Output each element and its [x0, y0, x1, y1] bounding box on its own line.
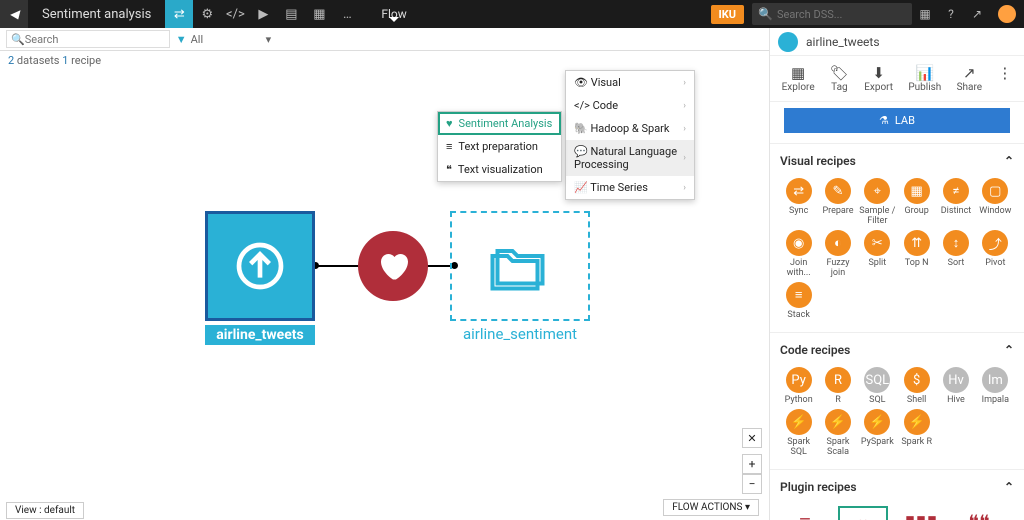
menu-timeseries[interactable]: 📈 Time Series›	[566, 176, 694, 199]
panel-header: airline_tweets	[770, 28, 1024, 56]
section-header[interactable]: Plugin recipes⌃	[780, 474, 1014, 500]
help-icon[interactable]: ?	[938, 0, 964, 28]
recipe-top-n[interactable]: ⇈Top N	[898, 230, 935, 278]
run-icon[interactable]: ▶	[249, 0, 277, 28]
gear-icon[interactable]: ⚙	[193, 0, 221, 28]
recipe-sort[interactable]: ↕Sort	[937, 230, 974, 278]
more-icon[interactable]: …	[333, 0, 361, 28]
zoom-in-button[interactable]: +	[742, 454, 762, 474]
recipe-impala[interactable]: ImImpala	[977, 367, 1014, 405]
top-bar: ◀ Sentiment analysis ⇄ ⚙ </> ▶ ▤ ▦ … Flo…	[0, 0, 1024, 28]
recipe-join-with-[interactable]: ◉Join with...	[780, 230, 817, 278]
recipe-stack[interactable]: ≡Stack	[780, 282, 817, 320]
submenu-sentiment[interactable]: ♥ Sentiment Analysis	[438, 112, 561, 135]
recipe-prepare[interactable]: ✎Prepare	[819, 178, 856, 226]
flow-actions-button[interactable]: FLOW ACTIONS ▾	[663, 499, 759, 516]
tag-button[interactable]: 🏷Tag	[830, 64, 849, 93]
chevron-up-icon: ⌃	[1004, 154, 1014, 168]
recipe-fuzzy-join[interactable]: ◐Fuzzy join	[819, 230, 856, 278]
code-icon[interactable]: </>	[221, 0, 249, 28]
recipe-pivot[interactable]: ⤴Pivot	[977, 230, 1014, 278]
flow-search-input[interactable]	[25, 33, 165, 46]
recipe-pyspark[interactable]: ⚡PySpark	[859, 409, 896, 457]
global-search-input[interactable]	[777, 8, 917, 21]
section-header[interactable]: Visual recipes⌃	[780, 148, 1014, 174]
recipe-hive[interactable]: HvHive	[937, 367, 974, 405]
section-visual-recipes: Visual recipes⌃ ⇄Sync✎Prepare⌖Sample / F…	[770, 143, 1024, 332]
dataset-output-label: airline_sentiment	[450, 325, 590, 343]
recipe-node[interactable]	[358, 231, 428, 301]
recipe-menu: 👁 Visual› </> Code› 🐘 Hadoop & Spark› 💬 …	[565, 70, 695, 200]
recipe-spark-sql[interactable]: ⚡Spark SQL	[780, 409, 817, 457]
recipe-distinct[interactable]: ≠Distinct	[937, 178, 974, 226]
flow-canvas[interactable]: airline_tweets airline_sentiment 👁 Visua…	[0, 51, 769, 520]
stack-icon[interactable]: ▤	[277, 0, 305, 28]
chevron-up-icon: ⌃	[1004, 480, 1014, 494]
menu-hadoop[interactable]: 🐘 Hadoop & Spark›	[566, 117, 694, 140]
crosshair-icon[interactable]: ✕	[742, 428, 762, 448]
zoom-controls: + −	[742, 454, 762, 494]
heart-icon	[375, 248, 411, 284]
menu-code[interactable]: </> Code›	[566, 94, 694, 117]
avatar[interactable]	[998, 5, 1016, 23]
zoom-out-button[interactable]: −	[742, 474, 762, 494]
chevron-down-icon[interactable]: ▾	[266, 33, 272, 46]
logo-icon[interactable]: ◀	[0, 0, 28, 28]
global-search[interactable]: 🔍	[752, 3, 912, 25]
panel-title: airline_tweets	[806, 35, 880, 49]
recipe-spark-scala[interactable]: ⚡Spark Scala	[819, 409, 856, 457]
panel-toolbar: ▦Explore 🏷Tag ⬇Export 📊Publish ↗Share ⋮	[770, 56, 1024, 102]
apps-icon[interactable]: ▦	[912, 0, 938, 28]
filter-all[interactable]: All	[191, 33, 266, 46]
dataset-input-label: airline_tweets	[205, 325, 315, 345]
recipe-sync[interactable]: ⇄Sync	[780, 178, 817, 226]
nlp-submenu: ♥ Sentiment Analysis ≡ Text preparation …	[437, 111, 562, 182]
more-button[interactable]: ⋮	[997, 64, 1012, 93]
recipe-window[interactable]: ▢Window	[977, 178, 1014, 226]
project-name[interactable]: Sentiment analysis	[28, 7, 165, 22]
section-header[interactable]: Code recipes⌃	[780, 337, 1014, 363]
flow-icon[interactable]: ⇄	[165, 0, 193, 28]
iku-badge[interactable]: IKU	[711, 5, 744, 24]
plugin-forecast[interactable]: ▮▮▮Forecast	[896, 506, 946, 520]
menu-nlp[interactable]: 💬 Natural Language Processing›	[566, 140, 694, 176]
section-plugin-recipes: Plugin recipes⌃ ≡Text preparation ♥Sentim…	[770, 469, 1024, 520]
chevron-up-icon: ⌃	[1004, 343, 1014, 357]
dataset-output[interactable]: airline_sentiment	[450, 211, 590, 343]
plugin-text-preparation[interactable]: ≡Text preparation	[780, 506, 830, 520]
flow-search[interactable]: 🔍	[6, 30, 170, 48]
filter-icon[interactable]: ▼	[176, 33, 187, 46]
activity-icon[interactable]: ↗	[964, 0, 990, 28]
dataset-input[interactable]: airline_tweets	[205, 211, 315, 345]
recipe-sql[interactable]: SQLSQL	[859, 367, 896, 405]
recipe-python[interactable]: PyPython	[780, 367, 817, 405]
recipe-r[interactable]: RR	[819, 367, 856, 405]
recipe-split[interactable]: ✂Split	[859, 230, 896, 278]
plugin-sentiment-analysis[interactable]: ♥Sentiment Analysis	[838, 506, 888, 520]
export-button[interactable]: ⬇Export	[864, 64, 893, 93]
plugin-text-visualization[interactable]: ❝❝Text visualization	[954, 506, 1004, 520]
recipe-sample-filter[interactable]: ⌖Sample / Filter	[859, 178, 896, 226]
share-button[interactable]: ↗Share	[957, 64, 982, 93]
dataset-icon	[778, 32, 798, 52]
submenu-textprep[interactable]: ≡ Text preparation	[438, 135, 561, 158]
view-selector[interactable]: View : default	[6, 502, 84, 519]
menu-visual[interactable]: 👁 Visual›	[566, 71, 694, 94]
explore-button[interactable]: ▦Explore	[782, 64, 815, 93]
recipe-shell[interactable]: $Shell	[898, 367, 935, 405]
publish-button[interactable]: 📊Publish	[908, 64, 941, 93]
lab-button[interactable]: ⚗ LAB	[784, 108, 1010, 133]
right-panel: airline_tweets ▦Explore 🏷Tag ⬇Export 📊Pu…	[769, 28, 1024, 520]
submenu-textviz[interactable]: ❝ Text visualization	[438, 158, 561, 181]
flow-label: Flow	[381, 7, 406, 21]
recipe-group[interactable]: ▦Group	[898, 178, 935, 226]
recipe-spark-r[interactable]: ⚡Spark R	[898, 409, 935, 457]
table-icon[interactable]: ▦	[305, 0, 333, 28]
section-code-recipes: Code recipes⌃ PyPythonRRSQLSQL$ShellHvHi…	[770, 332, 1024, 469]
